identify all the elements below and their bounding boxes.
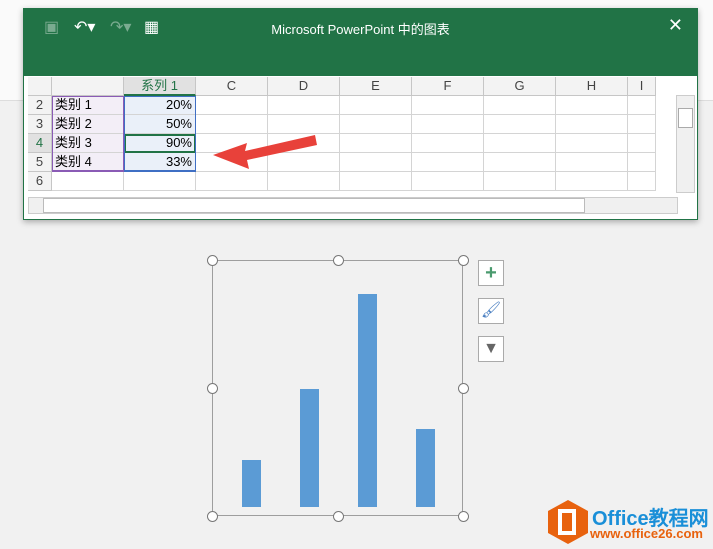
column-header[interactable]: C — [196, 77, 268, 96]
window-title: Microsoft PowerPoint 中的图表 — [271, 22, 450, 37]
filter-icon: ▼ — [483, 340, 499, 357]
empty-cell[interactable] — [412, 96, 484, 115]
category-cell[interactable]: 类别 1 — [52, 96, 124, 115]
empty-cell[interactable] — [628, 153, 656, 172]
category-cell[interactable] — [52, 172, 124, 191]
empty-cell[interactable] — [484, 115, 556, 134]
empty-cell[interactable] — [412, 134, 484, 153]
chart-elements-button[interactable]: + — [478, 260, 504, 286]
resize-handle[interactable] — [458, 383, 469, 394]
empty-cell[interactable] — [484, 153, 556, 172]
select-all-corner[interactable] — [28, 77, 52, 96]
row-header[interactable]: 5 — [28, 153, 52, 172]
horizontal-scrollbar[interactable] — [28, 197, 678, 214]
category-cell[interactable]: 类别 4 — [52, 153, 124, 172]
resize-handle[interactable] — [207, 511, 218, 522]
close-button[interactable]: ✕ — [668, 15, 683, 36]
resize-handle[interactable] — [458, 511, 469, 522]
empty-cell[interactable] — [412, 115, 484, 134]
value-cell[interactable]: 33% — [124, 153, 196, 172]
column-header-a[interactable] — [52, 77, 124, 96]
column-header[interactable]: H — [556, 77, 628, 96]
chart-filters-button[interactable]: ▼ — [478, 336, 504, 362]
plus-icon: + — [485, 262, 497, 284]
column-header[interactable]: 系列 1 — [124, 77, 196, 96]
resize-handle[interactable] — [207, 383, 218, 394]
vertical-scrollbar[interactable] — [676, 95, 695, 193]
column-header[interactable]: D — [268, 77, 340, 96]
resize-handle[interactable] — [333, 511, 344, 522]
empty-cell[interactable] — [340, 172, 412, 191]
row-header[interactable]: 3 — [28, 115, 52, 134]
empty-cell[interactable] — [340, 134, 412, 153]
category-cell[interactable]: 类别 3 — [52, 134, 124, 153]
empty-cell[interactable] — [628, 115, 656, 134]
empty-cell[interactable] — [412, 172, 484, 191]
bar-类别 3[interactable] — [358, 294, 377, 507]
empty-cell[interactable] — [340, 96, 412, 115]
empty-cell[interactable] — [340, 153, 412, 172]
column-header[interactable]: G — [484, 77, 556, 96]
row-header[interactable]: 4 — [28, 134, 52, 153]
empty-cell[interactable] — [556, 96, 628, 115]
empty-cell[interactable] — [484, 172, 556, 191]
value-cell[interactable]: 90% — [124, 134, 196, 153]
office-logo-icon — [548, 500, 588, 544]
column-chart[interactable] — [212, 260, 463, 516]
empty-cell[interactable] — [556, 153, 628, 172]
empty-cell[interactable] — [484, 134, 556, 153]
column-header[interactable]: I — [628, 77, 656, 96]
resize-handle[interactable] — [207, 255, 218, 266]
empty-cell[interactable] — [556, 134, 628, 153]
empty-cell[interactable] — [268, 96, 340, 115]
red-arrow-annotation — [213, 135, 317, 169]
empty-cell[interactable] — [628, 172, 656, 191]
title-bar: ▣ ↶▾ ↷▾ ▦ Microsoft PowerPoint 中的图表 ✕ — [24, 9, 697, 76]
column-header[interactable]: F — [412, 77, 484, 96]
brush-icon: 🖌 — [480, 302, 502, 319]
row-header[interactable]: 6 — [28, 172, 52, 191]
watermark-url: www.office26.com — [590, 526, 703, 541]
row-header[interactable]: 2 — [28, 96, 52, 115]
empty-cell[interactable] — [556, 115, 628, 134]
category-cell[interactable]: 类别 2 — [52, 115, 124, 134]
bar-类别 1[interactable] — [242, 459, 261, 507]
value-cell[interactable]: 50% — [124, 115, 196, 134]
value-cell[interactable]: 20% — [124, 96, 196, 115]
resize-handle[interactable] — [458, 255, 469, 266]
empty-cell[interactable] — [628, 134, 656, 153]
chart-data-window: ▣ ↶▾ ↷▾ ▦ Microsoft PowerPoint 中的图表 ✕ 系列… — [23, 8, 698, 220]
column-header[interactable]: E — [340, 77, 412, 96]
empty-cell[interactable] — [484, 96, 556, 115]
value-cell[interactable] — [124, 172, 196, 191]
empty-cell[interactable] — [412, 153, 484, 172]
resize-handle[interactable] — [333, 255, 344, 266]
chart-styles-button[interactable]: 🖌 — [478, 298, 504, 324]
empty-cell[interactable] — [340, 115, 412, 134]
bar-类别 4[interactable] — [416, 428, 435, 507]
bar-类别 2[interactable] — [300, 388, 319, 507]
empty-cell[interactable] — [628, 96, 656, 115]
empty-cell[interactable] — [556, 172, 628, 191]
empty-cell[interactable] — [196, 96, 268, 115]
